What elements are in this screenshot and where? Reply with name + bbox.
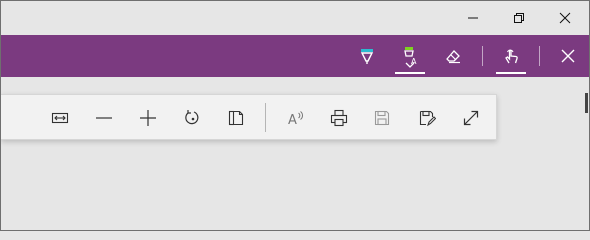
fit-to-width-button[interactable]	[38, 95, 82, 140]
zoom-out-button[interactable]	[82, 95, 126, 140]
toolbar-divider	[265, 103, 266, 132]
touch-writing-button[interactable]	[490, 35, 532, 77]
save-as-button[interactable]	[405, 95, 449, 140]
restore-button[interactable]	[496, 1, 542, 35]
save-icon	[374, 110, 390, 125]
page-view-button[interactable]	[214, 95, 258, 140]
ballpoint-pen-button[interactable]	[347, 35, 387, 77]
svg-text:A: A	[288, 113, 297, 127]
read-aloud-icon: A	[288, 110, 303, 127]
save-button[interactable]	[360, 95, 404, 140]
zoom-in-icon	[140, 109, 156, 126]
close-icon	[559, 12, 571, 24]
selected-indicator	[496, 72, 526, 74]
toolbar-divider	[482, 46, 483, 66]
save-as-icon	[419, 110, 436, 126]
rotate-icon	[185, 109, 199, 124]
fit-to-width-icon	[51, 112, 69, 123]
highlighter-button[interactable]: A	[389, 35, 431, 77]
full-screen-button[interactable]	[449, 95, 493, 140]
restore-icon	[514, 13, 524, 23]
zoom-in-button[interactable]	[126, 95, 170, 140]
ink-toolbar: A	[1, 35, 589, 77]
print-button[interactable]	[317, 95, 361, 140]
rotate-button[interactable]	[170, 95, 214, 140]
read-aloud-button[interactable]: A	[274, 95, 318, 140]
exit-ink-button[interactable]	[547, 35, 589, 77]
toolbar-divider	[539, 46, 540, 66]
pdf-toolbar: A	[1, 94, 497, 140]
close-icon	[561, 49, 575, 63]
browser-window: A A	[0, 0, 590, 231]
vertical-scrollbar[interactable]	[585, 93, 588, 113]
eraser-icon	[446, 50, 460, 64]
eraser-button[interactable]	[433, 35, 473, 77]
ballpoint-pen-icon	[360, 49, 374, 64]
selected-indicator	[395, 72, 425, 74]
zoom-out-icon	[96, 116, 112, 119]
title-bar	[1, 1, 589, 35]
chevron-down-icon	[405, 62, 415, 68]
minimize-button[interactable]	[450, 1, 496, 35]
full-screen-icon	[463, 110, 479, 125]
touch-writing-icon	[505, 49, 518, 64]
minimize-icon	[468, 17, 478, 19]
window-close-button[interactable]	[542, 1, 588, 35]
print-icon	[330, 109, 348, 126]
page-view-icon	[228, 110, 244, 125]
